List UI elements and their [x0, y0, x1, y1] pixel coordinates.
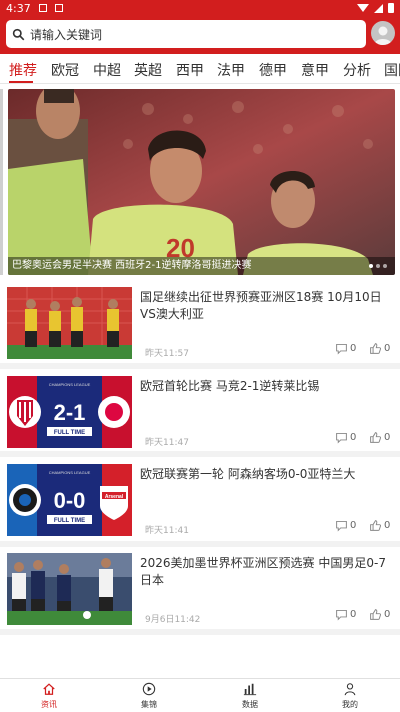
- separator: [0, 541, 400, 547]
- like-count-value: 0: [384, 520, 391, 531]
- news-thumbnail: Arsenal CHAMPIONS LEAGUE 0-0 FULL TIME: [7, 464, 132, 536]
- comment-count[interactable]: 0: [335, 342, 356, 355]
- notification-icon: [54, 4, 63, 12]
- news-time: 昨天11:57: [145, 349, 189, 359]
- tab-csl[interactable]: 中超: [93, 60, 121, 80]
- news-item[interactable]: Arsenal CHAMPIONS LEAGUE 0-0 FULL TIME 欧…: [0, 464, 400, 546]
- nav-highlights[interactable]: 集锦: [119, 682, 179, 710]
- comment-icon: [336, 343, 347, 355]
- signal-icon: [374, 3, 383, 13]
- separator: [0, 629, 400, 635]
- tab-la-liga[interactable]: 西甲: [176, 60, 204, 80]
- thumbs-up-icon: [370, 609, 382, 620]
- carousel-dots: [369, 264, 387, 268]
- category-tabs: 推荐 欧冠 中超 英超 西甲 法甲 德甲 意甲 分析 国际: [0, 54, 400, 84]
- banner-image: 20: [8, 89, 395, 275]
- nav-label: 资讯: [41, 700, 57, 709]
- nav-data[interactable]: 数据: [220, 682, 280, 710]
- like-count[interactable]: 0: [369, 608, 390, 621]
- search-placeholder: 请输入关键词: [30, 27, 103, 42]
- carousel-dot[interactable]: [376, 264, 380, 268]
- user-icon: [344, 683, 356, 696]
- bottom-nav: 资讯 集锦 数据 我的: [0, 678, 400, 712]
- like-count[interactable]: 0: [369, 431, 390, 444]
- home-icon: [43, 683, 55, 695]
- news-thumbnail: [7, 287, 132, 359]
- comment-icon: [336, 432, 347, 444]
- thumbnail-label: FULL TIME: [54, 518, 85, 524]
- thumbs-up-icon: [370, 343, 382, 354]
- comment-icon: [336, 520, 347, 532]
- thumbs-up-icon: [370, 520, 382, 531]
- status-bar: 4:37: [0, 0, 400, 16]
- tab-recommend[interactable]: 推荐: [9, 60, 37, 80]
- bar-chart-icon: [243, 683, 257, 696]
- comment-count-value: 0: [350, 520, 357, 531]
- thumbs-up-icon: [370, 432, 382, 443]
- comment-count[interactable]: 0: [335, 608, 356, 621]
- like-count[interactable]: 0: [369, 519, 390, 532]
- svg-text:Arsenal: Arsenal: [105, 494, 124, 500]
- comment-count[interactable]: 0: [335, 519, 356, 532]
- news-item[interactable]: 国足继续出征世界预赛亚洲区18赛 10月10日VS澳大利亚 昨天11:57 0 …: [0, 287, 400, 369]
- like-count-value: 0: [384, 609, 391, 620]
- news-time: 9月6日11:42: [145, 615, 201, 625]
- status-time: 4:37: [6, 1, 31, 15]
- tab-premier-league[interactable]: 英超: [134, 60, 162, 80]
- carousel-dot[interactable]: [369, 264, 373, 268]
- tab-champions-league[interactable]: 欧冠: [51, 60, 79, 80]
- like-count-value: 0: [384, 432, 391, 443]
- like-count-value: 0: [384, 343, 391, 354]
- comment-count-value: 0: [350, 343, 357, 354]
- tab-international[interactable]: 国际: [384, 60, 400, 80]
- comment-count-value: 0: [350, 432, 357, 443]
- play-icon: [142, 682, 156, 696]
- banner-caption: 巴黎奥运会男足半决赛 西班牙2-1逆转摩洛哥挺进决赛: [8, 257, 395, 275]
- comment-icon: [336, 609, 347, 621]
- search-input[interactable]: 请输入关键词: [6, 20, 366, 48]
- news-time: 昨天11:41: [145, 526, 189, 536]
- news-thumbnail: CHAMPIONS LEAGUE 2-1 FULL TIME: [7, 376, 132, 448]
- news-item[interactable]: 2026美加墨世界杯亚洲区预选赛 中国男足0-7日本 9月6日11:42 0 0: [0, 553, 400, 635]
- nav-label: 集锦: [141, 700, 157, 709]
- battery-icon: [388, 3, 394, 13]
- previous-slide-edge: [0, 89, 3, 275]
- thumbnail-league: CHAMPIONS LEAGUE: [49, 382, 91, 387]
- thumbnail-league: CHAMPIONS LEAGUE: [49, 470, 91, 475]
- notification-icon: [38, 4, 47, 12]
- search-icon: [12, 28, 25, 40]
- nav-mine[interactable]: 我的: [320, 682, 380, 710]
- news-title: 欧冠联赛第一轮 阿森纳客场0-0亚特兰大: [140, 467, 356, 481]
- comment-count[interactable]: 0: [335, 431, 356, 444]
- comment-count-value: 0: [350, 609, 357, 620]
- thumbnail-score: 0-0: [54, 488, 86, 513]
- like-count[interactable]: 0: [369, 342, 390, 355]
- thumbnail-label: FULL TIME: [54, 430, 85, 436]
- news-thumbnail: [7, 553, 132, 625]
- separator: [0, 363, 400, 369]
- separator: [0, 451, 400, 457]
- news-title: 2026美加墨世界杯亚洲区预选赛 中国男足0-7日本: [140, 556, 386, 587]
- tab-analysis[interactable]: 分析: [343, 60, 371, 80]
- thumbnail-score: 2-1: [54, 400, 86, 425]
- tab-ligue-1[interactable]: 法甲: [217, 60, 245, 80]
- banner-carousel[interactable]: 20 巴黎奥运会男足半决赛 西班牙2-1逆转摩洛哥挺进决赛: [8, 89, 395, 275]
- news-title: 欧冠首轮比赛 马竞2-1逆转莱比锡: [140, 379, 320, 393]
- tab-serie-a[interactable]: 意甲: [301, 60, 329, 80]
- app-header: 请输入关键词: [0, 16, 400, 54]
- nav-news[interactable]: 资讯: [19, 682, 79, 710]
- news-item[interactable]: CHAMPIONS LEAGUE 2-1 FULL TIME 欧冠首轮比赛 马竞…: [0, 376, 400, 458]
- avatar[interactable]: [371, 21, 395, 45]
- tab-bundesliga[interactable]: 德甲: [259, 60, 287, 80]
- user-avatar-icon: [374, 26, 392, 45]
- nav-label: 我的: [342, 700, 358, 709]
- carousel-dot[interactable]: [383, 264, 387, 268]
- wifi-icon: [357, 4, 369, 12]
- active-tab-indicator: [9, 81, 33, 83]
- news-time: 昨天11:47: [145, 438, 189, 448]
- nav-label: 数据: [242, 700, 258, 709]
- news-title: 国足继续出征世界预赛亚洲区18赛 10月10日VS澳大利亚: [140, 290, 382, 321]
